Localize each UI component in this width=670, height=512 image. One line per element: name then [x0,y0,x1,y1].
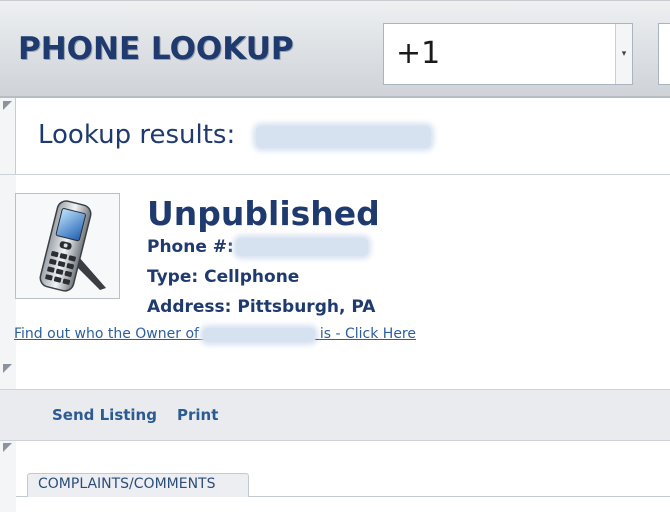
print-link[interactable]: Print [177,406,218,424]
phone-value-blurred: 412-689-1806 [236,238,368,256]
site-logo[interactable]: PHONE LOOKUP [18,31,294,67]
owner-link-prefix: Find out who the Owner of [14,326,199,342]
results-heading: Lookup results: [38,120,236,150]
results-number-blurred: 412-689-1806 [256,126,431,148]
country-code-value: +1 [396,36,441,71]
owner-link-number-blurred: 412-689-1806 [203,328,316,342]
phone-number-input[interactable] [658,23,670,85]
phone-label: Phone #: [147,237,234,257]
tab-complaints-label: COMPLAINTS/COMMENTS [38,476,216,492]
corner-mark [3,443,12,452]
type-row: Type: Cellphone [147,267,299,287]
owner-link-suffix: is - Click Here [319,326,416,342]
country-code-select[interactable]: +1 ▾ [383,23,633,85]
address-row: Address: Pittsburgh, PA [147,297,375,317]
type-value: Cellphone [204,267,300,287]
header-bar: PHONE LOOKUP +1 ▾ [0,0,670,98]
type-label: Type: [147,267,199,287]
owner-lookup-link[interactable]: Find out who the Owner of 412-689-1806 i… [14,326,416,342]
address-label: Address: [147,297,232,317]
send-listing-link[interactable]: Send Listing [52,406,157,424]
cellphone-icon [15,193,120,299]
address-value: Pittsburgh, PA [237,297,376,317]
card-divider [0,174,670,175]
corner-mark [3,101,12,110]
corner-mark [3,364,12,373]
chevron-down-icon[interactable]: ▾ [615,24,632,84]
listing-status: Unpublished [147,194,380,233]
cellphone-illustration [39,200,106,292]
rail-divider [15,98,16,174]
tab-complaints-comments[interactable]: COMPLAINTS/COMMENTS [27,473,249,497]
